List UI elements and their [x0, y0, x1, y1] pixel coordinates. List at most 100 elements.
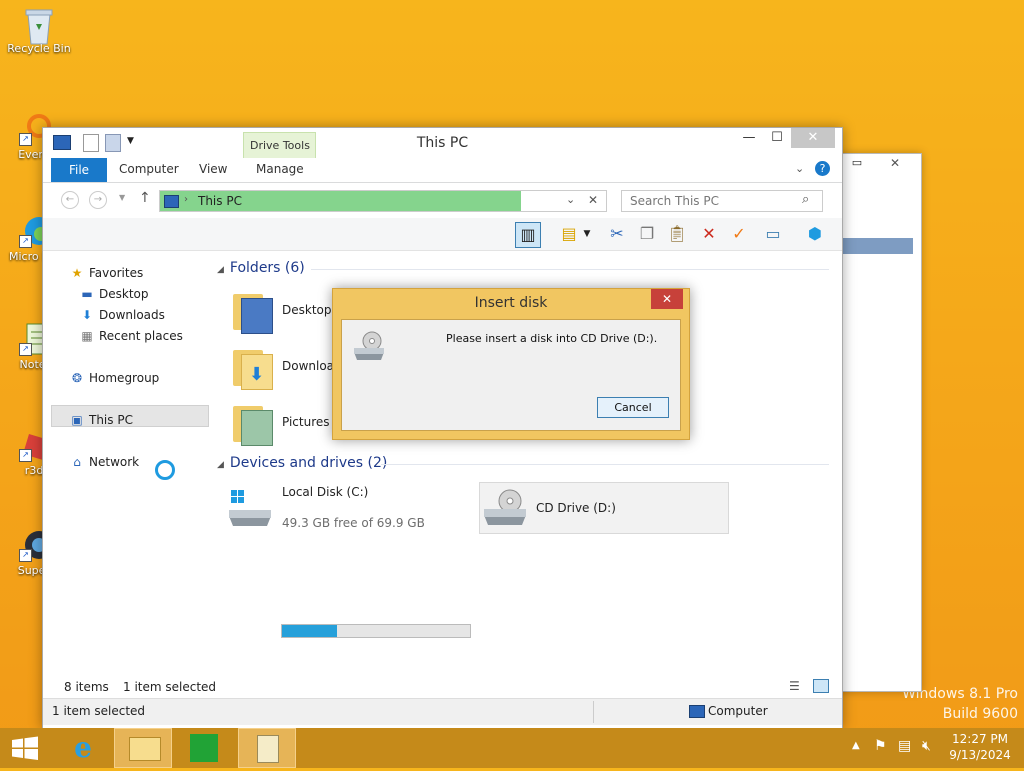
minimize-button[interactable]: — [735, 128, 763, 148]
paste-icon[interactable]: 📋︎ [665, 222, 689, 246]
folder-pictures[interactable]: Pictures [282, 415, 330, 429]
tab-file[interactable]: File [51, 158, 107, 182]
watermark-build: Build 9600 [942, 706, 1018, 722]
busy-cursor-icon [155, 460, 175, 480]
minimize-icon[interactable]: ▭ [847, 156, 867, 174]
desktop-icon-label: Recycle Bin [7, 42, 71, 55]
group-label: Folders (6) [229, 260, 305, 276]
title-bar[interactable]: ▼ This PC — ☐ ✕ [43, 128, 842, 158]
volume-muted-icon[interactable]: 🔇︎ [922, 738, 931, 754]
checkmark-icon[interactable]: ✓ [727, 222, 751, 246]
shortcut-arrow-icon: ↗ [19, 343, 32, 356]
desktop-icon-recycle-bin[interactable]: Recycle Bin [3, 6, 75, 55]
clock[interactable]: 12:27 PM 9/13/2024 [944, 732, 1016, 762]
internet-explorer-icon: e [74, 731, 92, 764]
status-bar: 8 items 1 item selected ☰ [43, 676, 842, 698]
preview-pane-icon[interactable]: ▥ [515, 222, 541, 248]
breadcrumb-this-pc[interactable]: This PC [198, 194, 242, 208]
folder-desktop[interactable]: Desktop [282, 303, 332, 317]
properties-dropdown-icon[interactable]: ▼ [581, 222, 593, 246]
devices-group-header[interactable]: ◢ Devices and drives (2) [217, 455, 387, 471]
nav-downloads[interactable]: ⬇ Downloads [79, 308, 165, 322]
shortcut-arrow-icon: ↗ [19, 449, 32, 462]
navigation-pane: ★ Favorites ▬ Desktop ⬇ Downloads ▦ Recent p… [43, 252, 211, 672]
rename-icon[interactable]: ▭ [761, 222, 785, 246]
nav-homegroup[interactable]: ❂ Homegroup [69, 371, 159, 385]
recent-locations-icon[interactable]: ▼ [119, 193, 125, 202]
downloads-icon: ⬇ [81, 308, 93, 322]
start-button[interactable] [0, 728, 56, 768]
cut-icon[interactable]: ✂ [605, 222, 629, 246]
maximize-button[interactable]: ☐ [763, 128, 791, 148]
nav-favorites[interactable]: ★ Favorites [69, 266, 144, 280]
nav-this-pc[interactable]: ▣ This PC [69, 413, 133, 427]
address-dropdown-icon[interactable]: ⌄ [566, 193, 575, 206]
cd-drive-icon [482, 487, 528, 529]
dialog-close-button[interactable]: ✕ [651, 289, 683, 309]
nav-recent-places[interactable]: ▦ Recent places [79, 329, 183, 343]
local-disk-free: 49.3 GB free of 69.9 GB [282, 516, 425, 530]
more-options-icon[interactable]: ⬢ [803, 222, 827, 246]
dialog-title: Insert disk [474, 295, 548, 311]
local-disk-usage-fill [282, 625, 338, 637]
details-view-icon[interactable]: ☰ [789, 679, 800, 693]
clock-time: 12:27 PM [952, 732, 1008, 746]
status-selection: 1 item selected [123, 680, 217, 694]
cancel-button[interactable]: Cancel [597, 397, 669, 418]
copy-icon[interactable]: ❐ [635, 222, 659, 246]
help-icon[interactable]: ? [815, 161, 830, 176]
collapse-icon[interactable]: ◢ [217, 460, 224, 470]
search-input[interactable]: Search This PC ⌕ [621, 190, 823, 212]
back-icon[interactable]: ← [61, 191, 79, 209]
divider [593, 701, 594, 723]
insert-disk-dialog[interactable]: Insert disk ✕ Please insert a disk into … [332, 288, 690, 440]
nav-label: This PC [89, 413, 133, 427]
cd-drive-item[interactable]: CD Drive (D:) [479, 482, 729, 534]
stop-icon[interactable]: ✕ [588, 193, 598, 207]
background-window[interactable]: ▭ ✕ [838, 153, 922, 692]
action-center-icon[interactable]: ⚑ [874, 738, 887, 754]
collapse-icon[interactable]: ◢ [217, 265, 224, 275]
nav-label: Network [89, 455, 140, 469]
search-icon: ⌕ [802, 192, 810, 207]
store-icon [190, 734, 218, 762]
up-icon[interactable]: ↑ [139, 190, 151, 206]
network-tray-icon[interactable]: ▤ [898, 738, 911, 754]
group-divider [311, 269, 829, 270]
recycle-bin-icon [22, 6, 56, 45]
taskbar-notepad[interactable] [238, 728, 296, 768]
drive-tools-label: Drive Tools [250, 139, 310, 152]
details-location: Computer [708, 704, 768, 718]
homegroup-icon: ❂ [71, 371, 83, 385]
local-disk-item[interactable]: Local Disk (C:) 49.3 GB free of 69.9 GB [225, 484, 475, 536]
address-input[interactable]: › This PC ⌄ ✕ [159, 190, 607, 212]
shortcut-arrow-icon: ↗ [19, 549, 32, 562]
delete-icon[interactable]: ✕ [697, 222, 721, 246]
close-icon[interactable]: ✕ [875, 156, 915, 174]
tab-manage[interactable]: Manage [256, 162, 304, 176]
large-icons-view-icon[interactable] [813, 679, 829, 693]
nav-network[interactable]: ⌂ Network [69, 455, 139, 469]
expand-ribbon-icon[interactable]: ⌄ [795, 162, 804, 175]
nav-label: Homegroup [89, 371, 160, 385]
properties-icon[interactable]: ▤ [557, 222, 581, 246]
file-explorer-icon [129, 737, 161, 761]
nav-desktop[interactable]: ▬ Desktop [79, 287, 148, 301]
forward-icon[interactable]: → [89, 191, 107, 209]
taskbar-file-explorer[interactable] [114, 728, 172, 768]
shortcut-arrow-icon: ↗ [19, 235, 32, 248]
taskbar-internet-explorer[interactable]: e [56, 728, 112, 768]
bg-window-selection [843, 238, 913, 254]
tab-computer[interactable]: Computer [119, 162, 179, 176]
folders-group-header[interactable]: ◢ Folders (6) [217, 260, 305, 276]
tab-view[interactable]: View [199, 162, 227, 176]
window-title: This PC [416, 135, 469, 151]
close-button[interactable]: ✕ [791, 128, 835, 148]
taskbar-store[interactable] [176, 728, 232, 768]
computer-icon [689, 705, 705, 718]
star-icon: ★ [71, 266, 83, 280]
local-disk-usage-bar [281, 624, 471, 638]
desktop-icon: ▬ [81, 287, 93, 301]
show-hidden-icons-icon[interactable]: ▲ [852, 740, 860, 751]
group-label: Devices and drives (2) [229, 455, 388, 471]
